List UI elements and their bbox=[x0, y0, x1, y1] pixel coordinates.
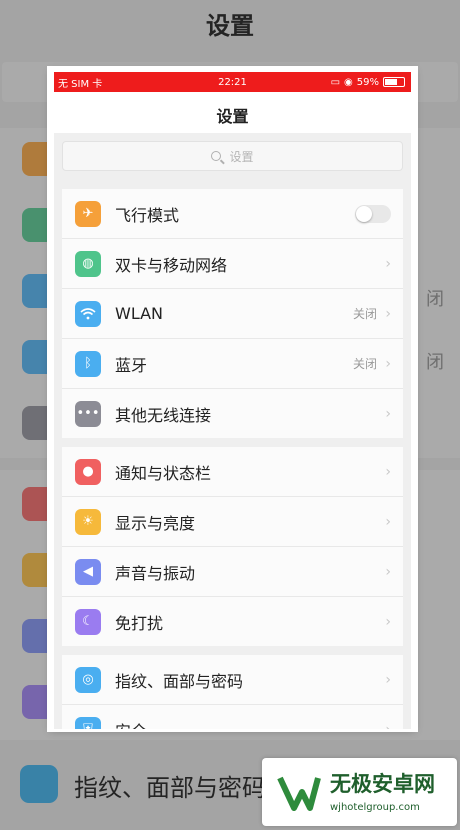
settings-content: 设置 ✈ 飞行模式 ◍ 双卡与移动网络 › WLAN 关闭 › ᛒ 蓝牙 关闭 … bbox=[54, 133, 411, 729]
settings-item-bluetooth[interactable]: ᛒ 蓝牙 关闭 › bbox=[62, 339, 403, 389]
notification-icon: ● bbox=[75, 458, 101, 485]
watermark-logo: 无极安卓网 wjhotelgroup.com bbox=[262, 758, 457, 826]
settings-item-label: 双卡与移动网络 bbox=[115, 255, 228, 275]
settings-item-label: WLAN bbox=[115, 304, 164, 323]
settings-group-connectivity: ✈ 飞行模式 ◍ 双卡与移动网络 › WLAN 关闭 › ᛒ 蓝牙 关闭 › •… bbox=[62, 189, 403, 438]
settings-item-airplane-mode[interactable]: ✈ 飞行模式 bbox=[62, 189, 403, 239]
settings-item-display[interactable]: ☀ 显示与亮度 › bbox=[62, 497, 403, 547]
chevron-right-icon: › bbox=[385, 513, 391, 530]
shield-icon: ⛨ bbox=[75, 716, 101, 729]
chevron-right-icon: › bbox=[385, 305, 391, 322]
search-placeholder: 设置 bbox=[229, 149, 254, 164]
settings-item-label: 通知与状态栏 bbox=[115, 463, 212, 483]
settings-item-label: 蓝牙 bbox=[115, 355, 148, 375]
settings-item-label: 飞行模式 bbox=[115, 205, 180, 225]
more-dots-icon: ••• bbox=[75, 400, 101, 427]
airplane-mode-toggle[interactable] bbox=[355, 204, 391, 223]
status-right: ▭ ◉ 59% bbox=[331, 77, 405, 88]
search-icon bbox=[211, 151, 222, 161]
chevron-right-icon: › bbox=[385, 671, 391, 688]
watermark-url: wjhotelgroup.com bbox=[330, 802, 420, 813]
battery-icon bbox=[383, 77, 405, 87]
settings-item-label: 显示与亮度 bbox=[115, 513, 196, 533]
bluetooth-icon: ᛒ bbox=[75, 350, 101, 377]
settings-item-wlan[interactable]: WLAN 关闭 › bbox=[62, 289, 403, 339]
brightness-icon: ☀ bbox=[75, 508, 101, 535]
fingerprint-face-icon: ◎ bbox=[75, 666, 101, 693]
status-bar: 无 SIM 卡 22:21 ▭ ◉ 59% bbox=[54, 72, 411, 92]
chevron-right-icon: › bbox=[385, 463, 391, 480]
settings-item-fingerprint[interactable]: ◎ 指纹、面部与密码 › bbox=[62, 655, 403, 705]
alarm-icon: ◉ bbox=[344, 76, 353, 88]
settings-item-sound[interactable]: ◀ 声音与振动 › bbox=[62, 547, 403, 597]
settings-item-do-not-disturb[interactable]: ☾ 免打扰 › bbox=[62, 597, 403, 646]
settings-group-display-sound: ● 通知与状态栏 › ☀ 显示与亮度 › ◀ 声音与振动 › ☾ 免打扰 › bbox=[62, 447, 403, 646]
chevron-right-icon: › bbox=[385, 722, 391, 730]
settings-item-dual-sim[interactable]: ◍ 双卡与移动网络 › bbox=[62, 239, 403, 289]
chevron-right-icon: › bbox=[385, 405, 391, 422]
settings-item-label: 免打扰 bbox=[115, 613, 164, 633]
globe-icon: ◍ bbox=[75, 250, 101, 277]
search-input[interactable]: 设置 bbox=[62, 141, 403, 171]
chevron-right-icon: › bbox=[385, 355, 391, 372]
wifi-icon bbox=[75, 300, 101, 327]
page-title: 设置 bbox=[216, 107, 249, 126]
chevron-right-icon: › bbox=[385, 563, 391, 580]
settings-item-label: 其他无线连接 bbox=[115, 405, 212, 425]
moon-icon: ☾ bbox=[75, 608, 101, 635]
settings-item-other-wireless[interactable]: ••• 其他无线连接 › bbox=[62, 389, 403, 438]
settings-item-notifications[interactable]: ● 通知与状态栏 › bbox=[62, 447, 403, 497]
cast-icon: ▭ bbox=[330, 76, 341, 88]
settings-item-label: 指纹、面部与密码 bbox=[115, 671, 244, 691]
wlan-status-value: 关闭 bbox=[352, 307, 377, 321]
watermark-icon bbox=[277, 776, 321, 811]
battery-percent: 59% bbox=[356, 76, 379, 88]
chevron-right-icon: › bbox=[385, 255, 391, 272]
airplane-icon: ✈ bbox=[75, 200, 101, 227]
chevron-right-icon: › bbox=[385, 613, 391, 630]
bluetooth-status-value: 关闭 bbox=[352, 357, 377, 371]
phone-screen: 无 SIM 卡 22:21 ▭ ◉ 59% 设置 设置 ✈ 飞行模式 ◍ 双卡与… bbox=[50, 69, 415, 729]
settings-item-security[interactable]: ⛨ 安全 › bbox=[62, 705, 403, 729]
settings-item-label: 安全 bbox=[115, 718, 147, 730]
settings-item-label: 声音与振动 bbox=[115, 563, 196, 583]
settings-group-security: ◎ 指纹、面部与密码 › ⛨ 安全 › bbox=[62, 655, 403, 729]
speaker-icon: ◀ bbox=[75, 558, 101, 585]
watermark-title: 无极安卓网 bbox=[330, 772, 435, 796]
